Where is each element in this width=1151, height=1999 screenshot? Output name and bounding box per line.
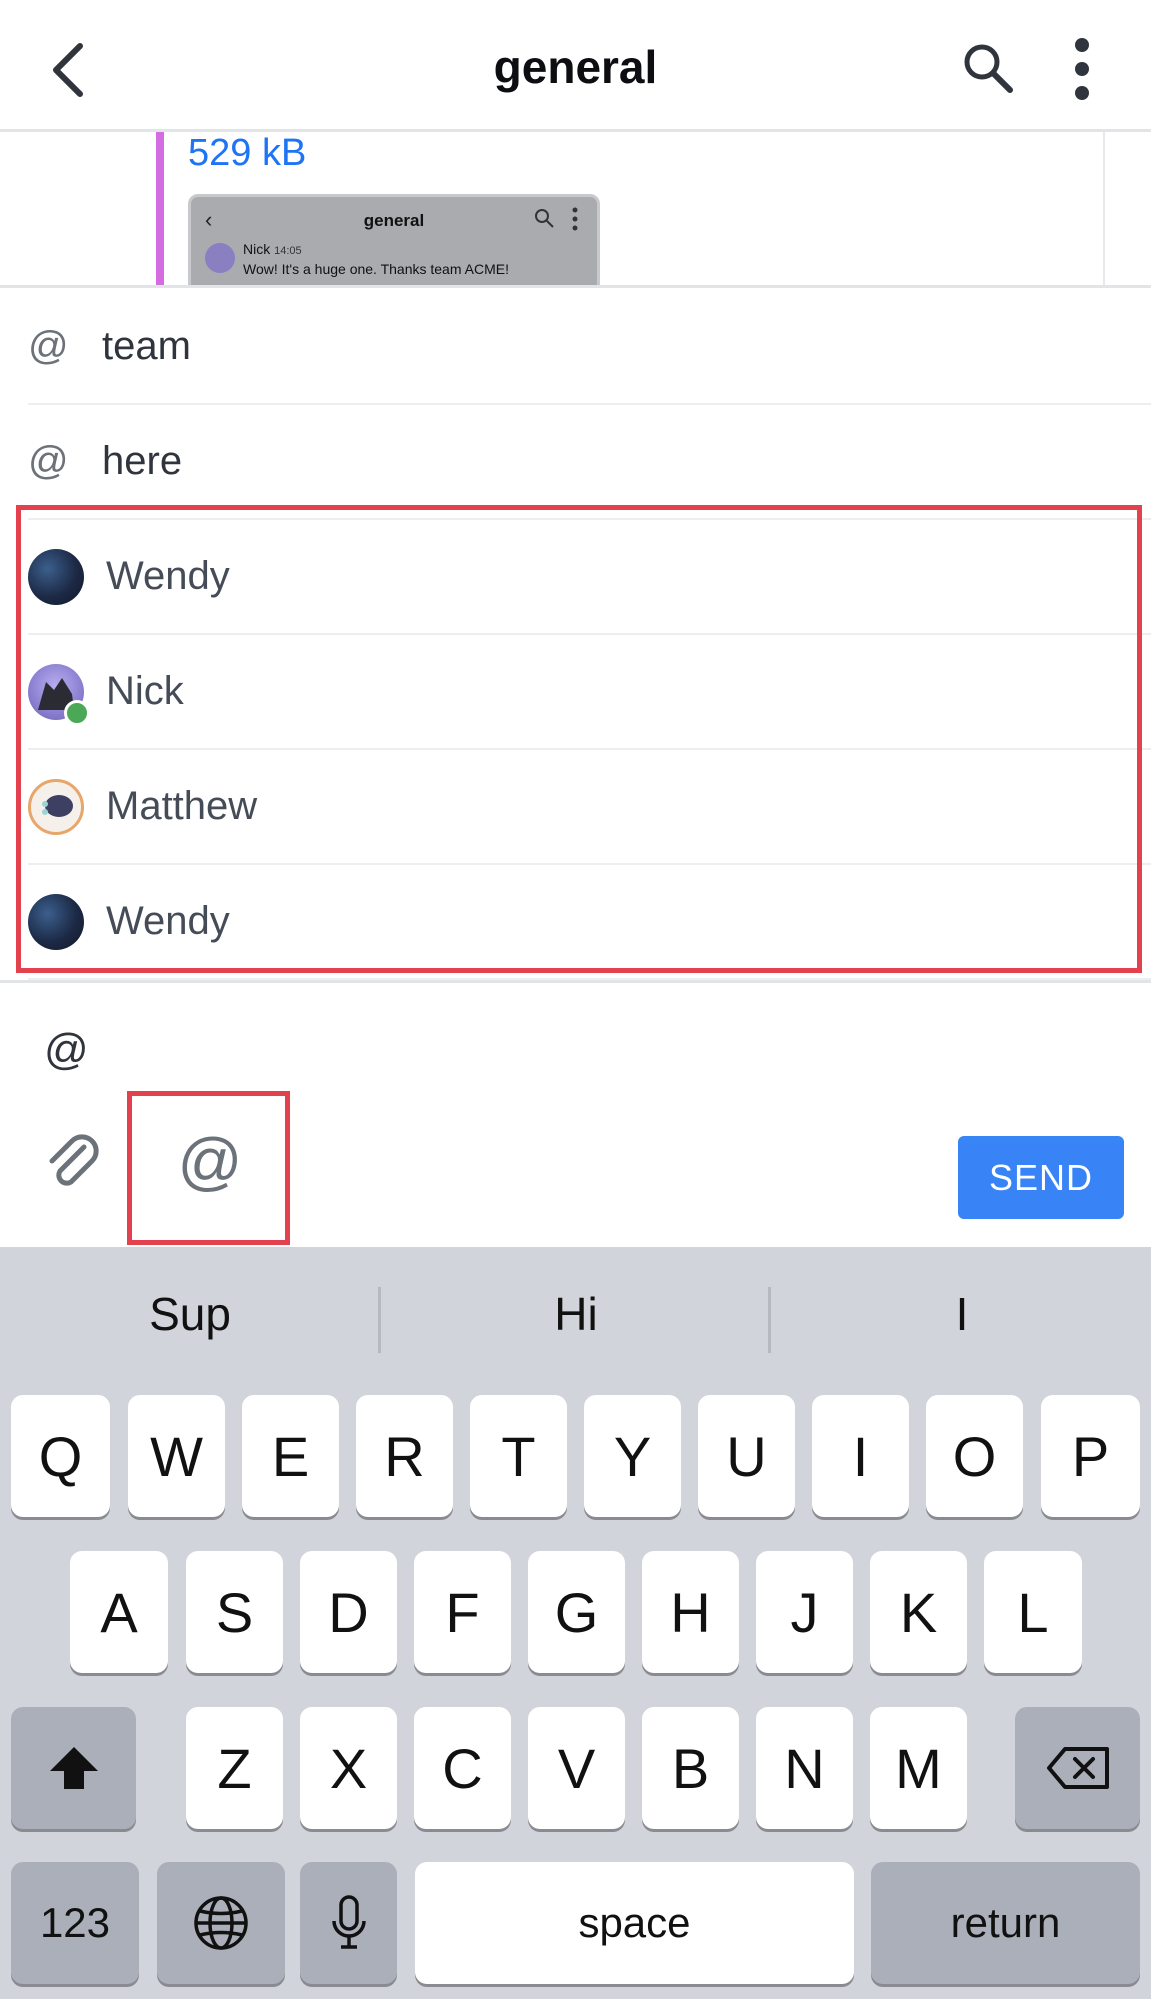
divider — [768, 1287, 771, 1353]
mention-suggestions: @ team @ here Wendy Nick Matthew Wendy — [0, 290, 1151, 983]
key-j[interactable]: J — [756, 1551, 853, 1673]
key-x[interactable]: X — [300, 1707, 397, 1829]
key-v[interactable]: V — [528, 1707, 625, 1829]
key-h[interactable]: H — [642, 1551, 739, 1673]
attach-button[interactable] — [40, 1131, 106, 1197]
key-f[interactable]: F — [414, 1551, 511, 1673]
avatar — [205, 243, 235, 273]
mention-label: here — [102, 439, 183, 483]
attachment-file-size[interactable]: 529 kB — [188, 132, 306, 175]
key-t[interactable]: T — [470, 1395, 567, 1517]
search-button[interactable] — [958, 38, 1018, 98]
divider — [378, 1287, 381, 1353]
search-icon — [964, 44, 1013, 93]
key-o[interactable]: O — [926, 1395, 1023, 1517]
astronaut-avatar-icon — [42, 794, 73, 817]
message-list[interactable]: 529 kB ‹ general Nick 14:05 Wow! It's a … — [0, 132, 1151, 288]
at-icon: @ — [28, 324, 69, 368]
shift-key[interactable] — [11, 1707, 136, 1829]
key-k[interactable]: K — [870, 1551, 967, 1673]
microphone-key[interactable] — [300, 1862, 397, 1984]
key-u[interactable]: U — [698, 1395, 795, 1517]
mention-item-user[interactable]: Wendy — [28, 520, 1151, 635]
key-d[interactable]: D — [300, 1551, 397, 1673]
avatar — [28, 663, 90, 726]
key-i[interactable]: I — [812, 1395, 909, 1517]
key-l[interactable]: L — [984, 1551, 1082, 1673]
key-c[interactable]: C — [414, 1707, 511, 1829]
more-vertical-icon — [572, 207, 578, 231]
shift-arrow-icon — [49, 1747, 98, 1789]
more-options-button[interactable] — [1060, 36, 1104, 102]
backspace-icon — [1046, 1747, 1109, 1789]
paperclip-icon — [49, 1134, 99, 1186]
key-z[interactable]: Z — [186, 1707, 283, 1829]
more-vertical-icon — [1075, 38, 1089, 100]
key-e[interactable]: E — [242, 1395, 339, 1517]
avatar — [28, 893, 84, 950]
message-input[interactable]: @ — [44, 1025, 89, 1075]
key-g[interactable]: G — [528, 1551, 625, 1673]
mention-item-user[interactable]: Nick — [28, 635, 1151, 750]
mention-label: Nick — [106, 669, 184, 713]
mention-label: Wendy — [106, 899, 230, 943]
divider — [1103, 132, 1105, 285]
send-button[interactable]: SEND — [958, 1136, 1124, 1219]
mention-item-user[interactable]: Wendy — [28, 865, 1151, 980]
attachment-image-preview[interactable]: ‹ general Nick 14:05 Wow! It's a huge on… — [188, 194, 600, 285]
mention-label: Matthew — [106, 784, 258, 828]
backspace-key[interactable] — [1015, 1707, 1140, 1829]
mention-label: Wendy — [106, 554, 230, 598]
key-n[interactable]: N — [756, 1707, 853, 1829]
search-icon — [535, 209, 554, 228]
numbers-key[interactable]: 123 — [11, 1862, 139, 1984]
attachment-quote-bar — [156, 132, 164, 285]
suggestion-item[interactable]: Sup — [0, 1287, 380, 1341]
suggestion-item[interactable]: I — [772, 1287, 1151, 1341]
suggestion-item[interactable]: Hi — [386, 1287, 766, 1341]
return-key[interactable]: return — [871, 1862, 1140, 1984]
key-a[interactable]: A — [70, 1551, 168, 1673]
on-screen-keyboard: Sup Hi I Q W E R T Y U I O P A S D F G H… — [0, 1247, 1151, 1999]
message-composer: @ @ SEND — [0, 985, 1151, 1247]
avatar — [28, 548, 84, 605]
online-status-indicator — [64, 699, 90, 726]
mention-item-user[interactable]: Matthew — [28, 750, 1151, 865]
keyboard-suggestions: Sup Hi I — [0, 1247, 1151, 1397]
mention-item-here[interactable]: @ here — [28, 405, 1151, 520]
key-b[interactable]: B — [642, 1707, 739, 1829]
microphone-icon — [331, 1895, 366, 1949]
mention-label: team — [102, 324, 191, 368]
at-icon: @ — [28, 439, 69, 483]
avatar — [28, 778, 84, 835]
key-y[interactable]: Y — [584, 1395, 681, 1517]
key-r[interactable]: R — [356, 1395, 453, 1517]
space-key[interactable]: space — [415, 1862, 854, 1984]
key-p[interactable]: P — [1041, 1395, 1140, 1517]
key-m[interactable]: M — [870, 1707, 967, 1829]
key-w[interactable]: W — [128, 1395, 225, 1517]
preview-time: 14:05 — [274, 245, 302, 257]
preview-message-text: Wow! It's a huge one. Thanks team ACME! — [243, 261, 509, 277]
key-q[interactable]: Q — [11, 1395, 110, 1517]
mention-button[interactable]: @ — [130, 1093, 290, 1229]
globe-icon — [194, 1896, 248, 1950]
header-bar: general — [0, 0, 1151, 132]
preview-author: Nick 14:05 — [243, 241, 302, 257]
globe-key[interactable] — [157, 1862, 285, 1984]
mention-item-team[interactable]: @ team — [28, 290, 1151, 405]
key-s[interactable]: S — [186, 1551, 283, 1673]
